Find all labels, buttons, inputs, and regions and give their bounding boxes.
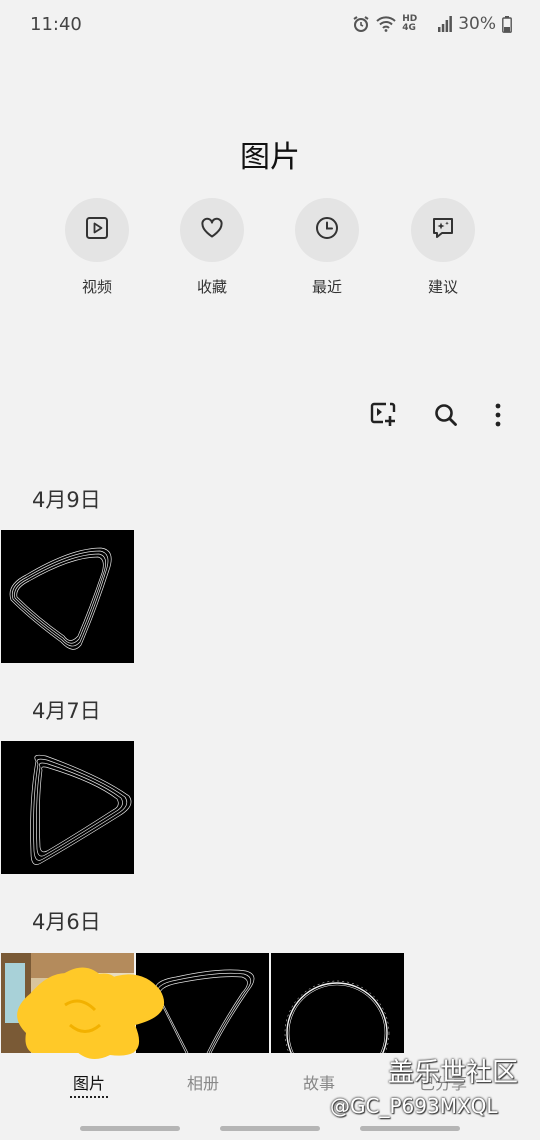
sticker-overlay — [10, 960, 170, 1060]
status-icons: HD 4G 30% — [352, 14, 512, 34]
video-thumbnail[interactable] — [271, 953, 404, 1053]
page-title: 图片 — [240, 140, 300, 175]
search-icon — [433, 402, 459, 432]
create-icon — [369, 401, 397, 433]
watermark-title: 盖乐世社区 — [388, 1058, 519, 1088]
quick-recent-label: 最近 — [311, 278, 342, 296]
date-header: 4月9日 — [32, 488, 101, 512]
gallery-screen: 11:40 HD 4G 30% 图片 视频 收藏 最近 建议 4月9日 4月7日… — [0, 0, 540, 1140]
search-button[interactable] — [430, 401, 462, 433]
tab-pictures[interactable]: 图片 — [44, 1070, 134, 1094]
heart-icon — [199, 215, 225, 245]
quick-favorites-button[interactable]: 收藏 — [167, 198, 257, 297]
quick-recent-button[interactable]: 最近 — [282, 198, 372, 297]
more-options-button[interactable] — [482, 401, 514, 433]
battery-level: 30% — [458, 14, 496, 34]
date-header: 4月7日 — [32, 699, 101, 723]
status-time: 11:40 — [30, 14, 82, 35]
video-icon — [84, 215, 110, 245]
gesture-bar — [220, 1126, 320, 1131]
network-type: HD 4G — [402, 14, 418, 33]
status-bar: 11:40 HD 4G 30% — [0, 0, 540, 52]
clock-icon — [314, 215, 340, 245]
battery-icon — [502, 15, 512, 33]
quick-video-button[interactable]: 视频 — [52, 198, 142, 297]
watermark-user: @GC_P693MXQL — [330, 1094, 498, 1118]
date-header: 4月6日 — [32, 910, 101, 934]
gesture-bar — [80, 1126, 180, 1131]
video-thumbnail[interactable] — [1, 741, 134, 874]
quick-video-label: 视频 — [81, 278, 112, 296]
wifi-icon — [376, 16, 396, 32]
tab-stories[interactable]: 故事 — [274, 1070, 364, 1094]
signal-icon — [438, 16, 453, 32]
alarm-icon — [352, 15, 370, 33]
create-button[interactable] — [367, 401, 399, 433]
quick-suggestions-label: 建议 — [427, 278, 458, 296]
quick-favorites-label: 收藏 — [196, 278, 227, 296]
quick-suggestions-button[interactable]: 建议 — [398, 198, 488, 297]
video-thumbnail[interactable] — [1, 530, 134, 663]
tab-albums[interactable]: 相册 — [158, 1070, 248, 1094]
more-icon — [494, 403, 502, 431]
quick-actions: 视频 收藏 最近 建议 — [0, 198, 540, 308]
active-tab-indicator — [70, 1094, 108, 1098]
suggestion-icon — [430, 215, 456, 245]
gesture-bar — [360, 1126, 460, 1131]
